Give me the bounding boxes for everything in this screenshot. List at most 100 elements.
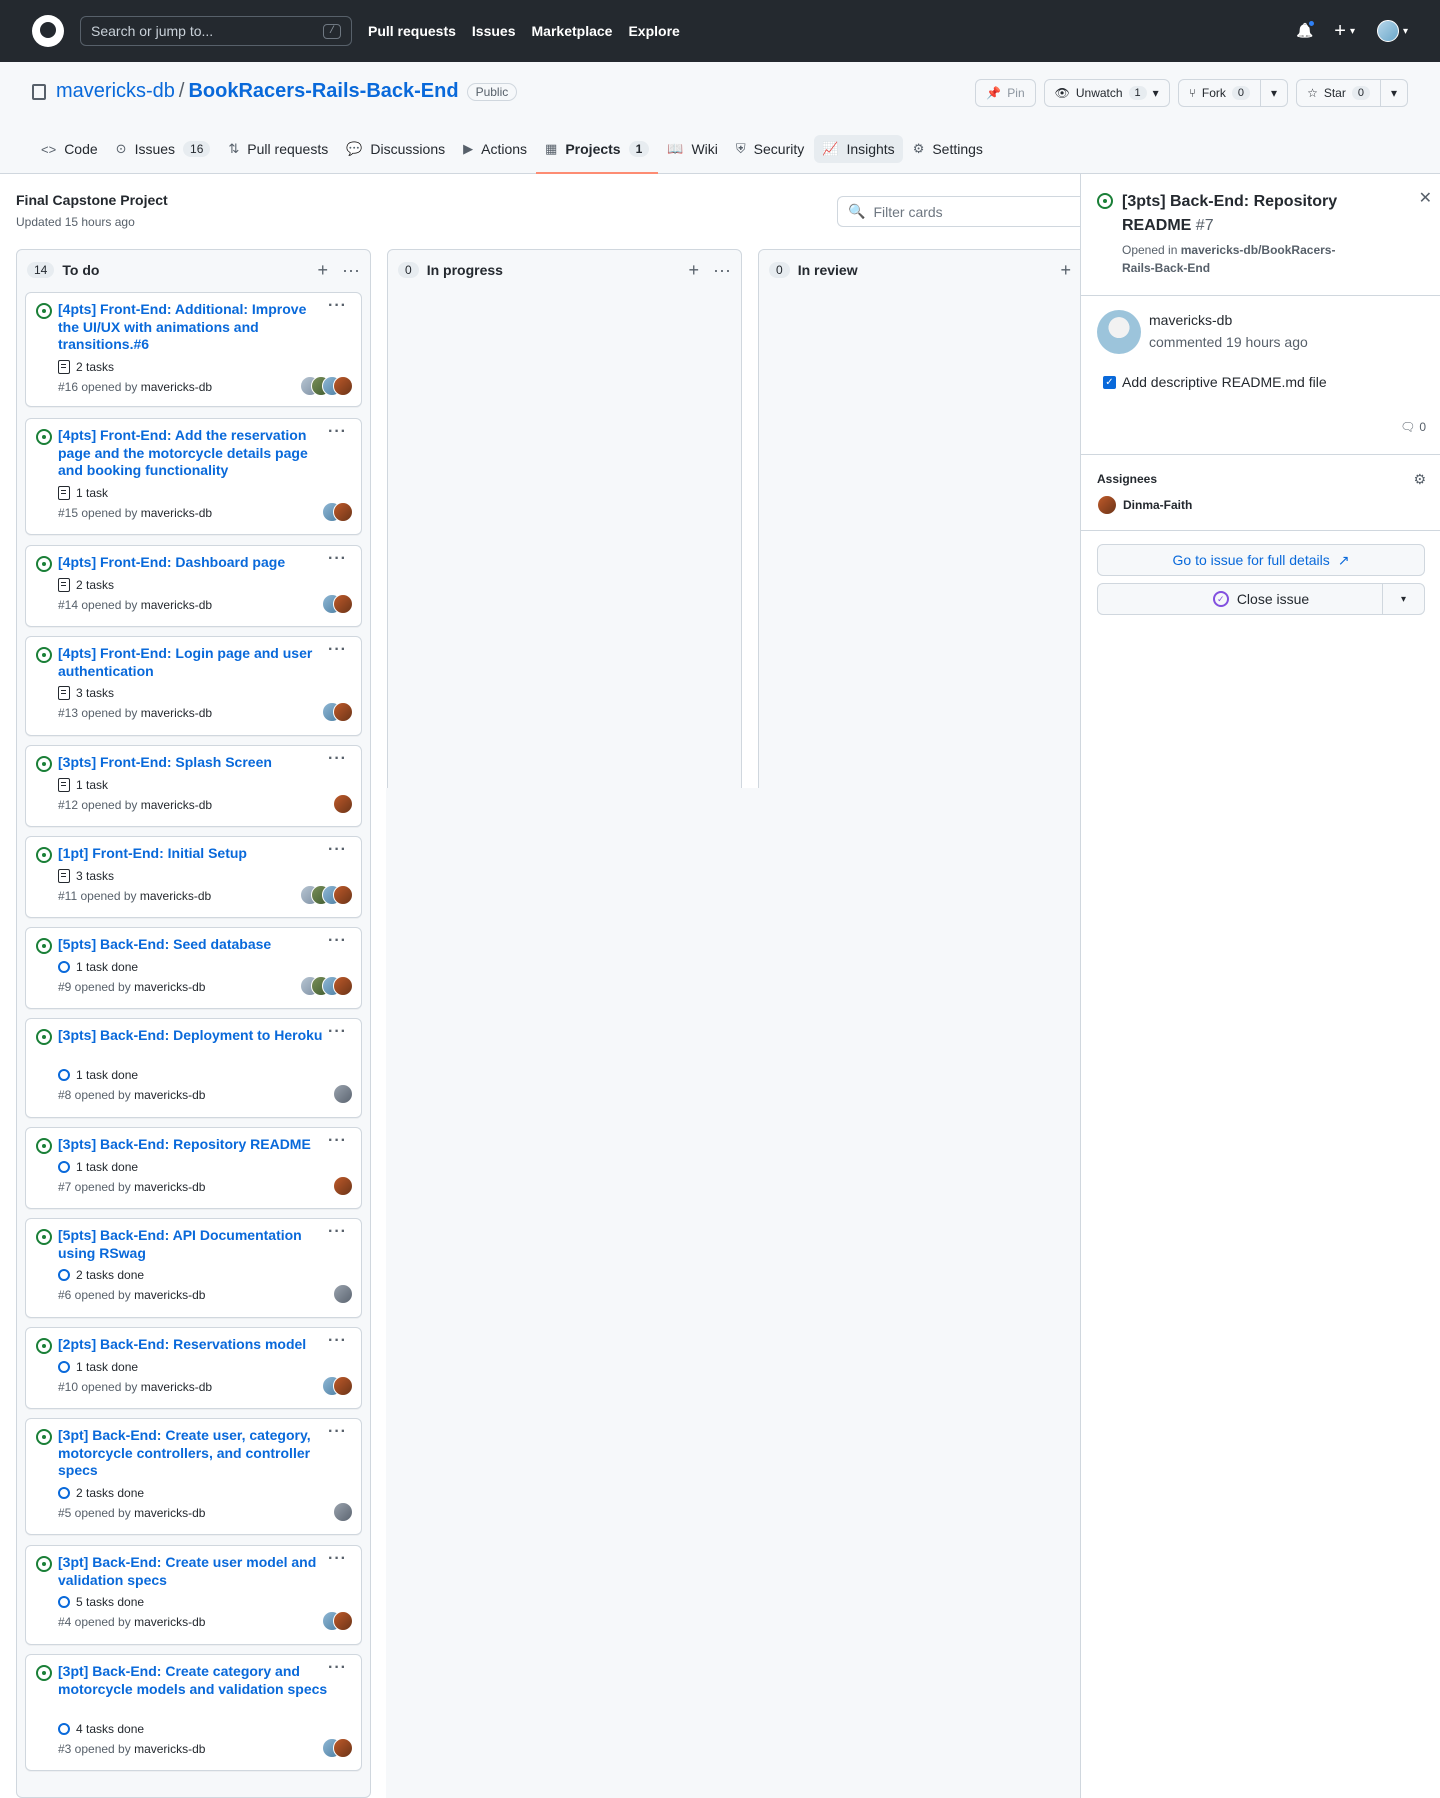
search-input[interactable]: Search or jump to... / — [80, 16, 352, 46]
nav-pull-requests[interactable]: Pull requests — [368, 23, 456, 39]
card-menu-icon[interactable]: ··· — [328, 297, 347, 315]
issue-card[interactable]: [1pt] Front-End: Initial Setup ··· 3 tasks… — [25, 836, 362, 918]
issue-card[interactable]: [4pts] Front-End: Login page and user au… — [25, 636, 362, 736]
card-title-link[interactable]: [1pt] Front-End: Initial Setup — [58, 845, 328, 863]
nav-issues[interactable]: Issues — [472, 23, 516, 39]
card-title-link[interactable]: [3pt] Back-End: Create user, category, m… — [58, 1427, 328, 1480]
card-menu-icon[interactable]: ··· — [328, 1023, 347, 1041]
avatar[interactable] — [333, 1175, 353, 1196]
avatar[interactable] — [333, 1501, 353, 1522]
card-menu-icon[interactable]: ··· — [328, 550, 347, 568]
card-title-link[interactable]: [4pts] Front-End: Login page and user au… — [58, 645, 328, 680]
tab-discussions[interactable]: 💬 Discussions — [337, 125, 454, 173]
card-author-link[interactable]: mavericks-db — [141, 798, 212, 812]
issue-card[interactable]: [3pts] Back-End: Repository README ··· 1 t… — [25, 1127, 362, 1209]
avatar[interactable] — [333, 1084, 353, 1104]
issue-card[interactable]: [5pts] Back-End: Seed database ··· 1 task … — [25, 927, 362, 1009]
github-logo-icon[interactable] — [32, 15, 64, 47]
card-menu-icon[interactable]: ··· — [328, 932, 347, 950]
card-menu-icon[interactable]: ··· — [328, 1132, 347, 1150]
tab-wiki[interactable]: 📖 Wiki — [658, 125, 727, 173]
card-title-link[interactable]: [4pts] Front-End: Dashboard page — [58, 554, 328, 572]
avatar[interactable] — [333, 793, 353, 814]
issue-card[interactable]: [4pts] Front-End: Additional: Improve th… — [25, 292, 362, 407]
card-author-link[interactable]: mavericks-db — [141, 506, 212, 520]
add-card-icon[interactable]: + — [1060, 260, 1071, 281]
card-title-link[interactable]: [2pts] Back-End: Reservations model — [58, 1336, 328, 1354]
avatar[interactable] — [333, 975, 353, 996]
tab-security[interactable]: ⛨ Security — [727, 125, 813, 173]
user-menu-dropdown[interactable]: ▾ — [1376, 20, 1408, 42]
tab-code[interactable]: <> Code — [32, 125, 107, 173]
comment-author[interactable]: mavericks-db — [1149, 312, 1232, 328]
avatar[interactable] — [333, 884, 353, 905]
tab-issues[interactable]: ⊙ Issues 16 — [107, 125, 220, 173]
card-author-link[interactable]: mavericks-db — [134, 1288, 205, 1302]
fork-button[interactable]: ⑂ Fork 0 — [1179, 80, 1260, 106]
card-author-link[interactable]: mavericks-db — [140, 889, 211, 903]
card-title-link[interactable]: [3pts] Back-End: Deployment to Heroku — [58, 1027, 328, 1045]
card-menu-icon[interactable]: ··· — [328, 1659, 347, 1677]
card-title-link[interactable]: [3pts] Front-End: Splash Screen — [58, 754, 328, 772]
close-icon[interactable]: ✕ — [1419, 188, 1432, 208]
card-menu-icon[interactable]: ··· — [328, 423, 347, 441]
card-title-link[interactable]: [3pt] Back-End: Create user model and va… — [58, 1554, 328, 1589]
avatar[interactable] — [333, 501, 353, 522]
card-menu-icon[interactable]: ··· — [328, 1423, 347, 1441]
tab-insights[interactable]: 📈 Insights — [813, 125, 903, 173]
create-new-dropdown[interactable]: + ▾ — [1334, 20, 1355, 43]
issue-card[interactable]: [4pts] Front-End: Add the reservation pa… — [25, 418, 362, 535]
column-menu-icon[interactable]: ··· — [713, 260, 731, 281]
add-card-icon[interactable]: + — [318, 260, 329, 281]
card-menu-icon[interactable]: ··· — [328, 750, 347, 768]
tab-actions[interactable]: ▶ Actions — [454, 125, 536, 173]
repo-name-link[interactable]: BookRacers-Rails-Back-End — [188, 80, 458, 103]
issue-card[interactable]: [3pt] Back-End: Create user model and va… — [25, 1545, 362, 1645]
repo-owner-link[interactable]: mavericks-db — [56, 80, 175, 103]
card-title-link[interactable]: [5pts] Back-End: API Documentation using… — [58, 1227, 328, 1262]
tab-projects[interactable]: ▦ Projects 1 — [536, 125, 659, 174]
card-title-link[interactable]: [3pts] Back-End: Repository README — [58, 1136, 328, 1154]
notifications-bell-icon[interactable] — [1296, 19, 1317, 40]
issue-card[interactable]: [3pt] Back-End: Create user, category, m… — [25, 1418, 362, 1535]
avatar[interactable] — [333, 593, 353, 614]
issue-card[interactable]: [3pt] Back-End: Create category and moto… — [25, 1654, 362, 1771]
go-to-issue-button[interactable]: Go to issue for full details ↗ — [1097, 544, 1425, 576]
gear-icon[interactable]: ⚙ — [1413, 471, 1426, 488]
issue-card[interactable]: [2pts] Back-End: Reservations model ··· 1 … — [25, 1327, 362, 1409]
avatar[interactable] — [333, 1375, 353, 1396]
star-button[interactable]: ☆ Star 0 — [1297, 80, 1380, 106]
assignee[interactable]: Dinma-Faith — [1097, 495, 1192, 515]
card-author-link[interactable]: mavericks-db — [134, 1180, 205, 1194]
filter-cards-input[interactable]: 🔍 Filter cards — [837, 196, 1080, 227]
card-menu-icon[interactable]: ··· — [328, 1332, 347, 1350]
card-author-link[interactable]: mavericks-db — [134, 1742, 205, 1756]
card-title-link[interactable]: [4pts] Front-End: Additional: Improve th… — [58, 301, 328, 354]
pin-button[interactable]: 📌 Pin — [975, 79, 1036, 107]
card-title-link[interactable]: [4pts] Front-End: Add the reservation pa… — [58, 427, 328, 480]
star-list-dropdown[interactable]: ▾ — [1379, 80, 1407, 106]
unwatch-button[interactable]: 👁 Unwatch 1 ▾ — [1043, 79, 1170, 107]
card-author-link[interactable]: mavericks-db — [141, 598, 212, 612]
add-card-icon[interactable]: + — [689, 260, 700, 281]
task-checkbox[interactable]: ✓ — [1103, 376, 1116, 389]
tab-settings[interactable]: ⚙ Settings — [904, 125, 992, 173]
issue-card[interactable]: [3pts] Back-End: Deployment to Heroku ···… — [25, 1018, 362, 1118]
column-menu-icon[interactable]: ··· — [342, 260, 360, 281]
avatar[interactable] — [333, 375, 353, 396]
close-issue-button[interactable]: ✓ Close issue ▾ — [1097, 583, 1425, 615]
avatar[interactable] — [333, 702, 353, 722]
avatar[interactable] — [333, 1737, 353, 1758]
card-title-link[interactable]: [3pt] Back-End: Create category and moto… — [58, 1663, 328, 1698]
card-author-link[interactable]: mavericks-db — [134, 1506, 205, 1520]
issue-card[interactable]: [4pts] Front-End: Dashboard page ··· 2 tas… — [25, 545, 362, 627]
issue-card[interactable]: [3pts] Front-End: Splash Screen ··· 1 task… — [25, 745, 362, 827]
card-title-link[interactable]: [5pts] Back-End: Seed database — [58, 936, 328, 954]
card-menu-icon[interactable]: ··· — [328, 1223, 347, 1241]
card-menu-icon[interactable]: ··· — [328, 641, 347, 659]
avatar[interactable] — [333, 1611, 353, 1631]
card-menu-icon[interactable]: ··· — [328, 841, 347, 859]
card-author-link[interactable]: mavericks-db — [134, 980, 205, 994]
card-author-link[interactable]: mavericks-db — [141, 706, 212, 720]
card-menu-icon[interactable]: ··· — [328, 1550, 347, 1568]
